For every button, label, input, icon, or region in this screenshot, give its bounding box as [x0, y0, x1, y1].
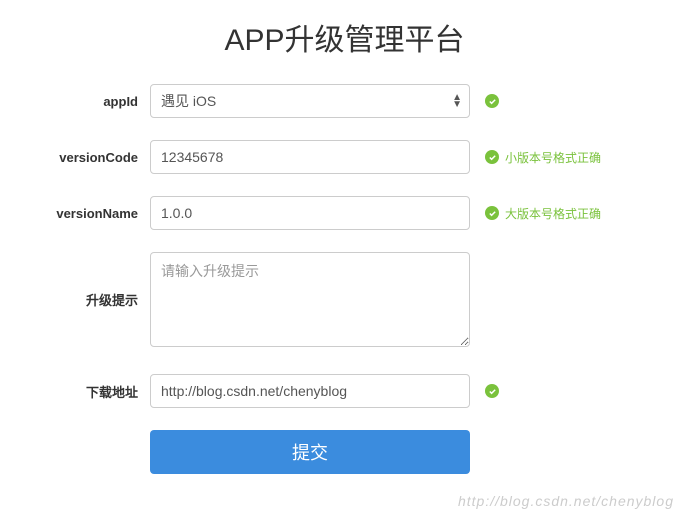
- page-title: APP升级管理平台: [40, 15, 649, 59]
- check-icon: [485, 384, 499, 398]
- versioncode-input[interactable]: [150, 140, 470, 174]
- row-versionname: versionName 大版本号格式正确: [40, 196, 649, 230]
- validation-versioncode: 小版本号格式正确: [470, 149, 601, 166]
- row-appid: appId 遇见 iOS ▲▼: [40, 84, 649, 118]
- validation-text-versioncode: 小版本号格式正确: [505, 149, 601, 166]
- upgradetip-textarea[interactable]: [150, 252, 470, 347]
- validation-text-versionname: 大版本号格式正确: [505, 205, 601, 222]
- watermark: http://blog.csdn.net/chenyblog: [458, 493, 674, 509]
- appid-select[interactable]: 遇见 iOS: [150, 84, 470, 118]
- versionname-input[interactable]: [150, 196, 470, 230]
- validation-versionname: 大版本号格式正确: [470, 205, 601, 222]
- row-upgradetip: 升级提示: [40, 252, 649, 352]
- downloadurl-input[interactable]: [150, 374, 470, 408]
- submit-button[interactable]: 提交: [150, 430, 470, 474]
- check-icon: [485, 150, 499, 164]
- label-versioncode: versionCode: [40, 150, 150, 165]
- row-downloadurl: 下载地址: [40, 374, 649, 408]
- validation-downloadurl: [470, 384, 499, 398]
- label-downloadurl: 下载地址: [40, 382, 150, 401]
- label-versionname: versionName: [40, 206, 150, 221]
- label-upgradetip: 升级提示: [40, 252, 150, 309]
- row-versioncode: versionCode 小版本号格式正确: [40, 140, 649, 174]
- label-appid: appId: [40, 94, 150, 109]
- check-icon: [485, 206, 499, 220]
- check-icon: [485, 94, 499, 108]
- validation-appid: [470, 94, 499, 108]
